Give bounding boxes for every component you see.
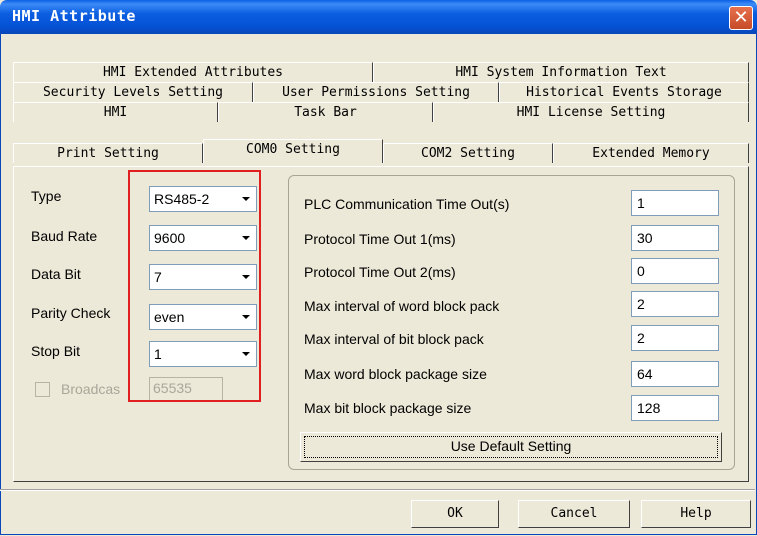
word-interval-label: Max interval of word block pack [304,298,500,314]
type-label: Type [31,188,62,204]
tab-task-bar[interactable]: Task Bar [218,102,433,122]
tab-user-permissions-setting[interactable]: User Permissions Setting [253,82,499,102]
plc-timeout-label: PLC Communication Time Out(s) [304,196,510,212]
bit-interval-input[interactable]: 2 [631,325,719,351]
checkbox-icon[interactable] [35,382,50,397]
tab-hmi-extended-attributes[interactable]: HMI Extended Attributes [13,62,373,82]
tab-hmi-system-information-text[interactable]: HMI System Information Text [373,62,749,82]
tab-hmi[interactable]: HMI [13,102,218,122]
tab-com2-setting[interactable]: COM2 Setting [383,143,553,163]
ok-button[interactable]: OK [411,500,499,528]
use-default-setting-button[interactable]: Use Default Setting [300,432,722,462]
close-icon[interactable]: ✕ [729,6,753,30]
word-interval-input[interactable]: 2 [631,291,719,317]
protocol-timeout-2-input[interactable]: 0 [631,258,719,284]
protocol-timeout-1-label: Protocol Time Out 1(ms) [304,231,456,247]
bit-interval-label: Max interval of bit block pack [304,331,484,347]
stop-bit-label: Stop Bit [31,343,81,359]
focus-rect [304,436,718,458]
word-package-size-label: Max word block package size [304,366,487,382]
baud-rate-label: Baud Rate [31,228,98,244]
plc-timeout-input[interactable]: 1 [631,190,719,216]
parity-check-label: Parity Check [31,305,111,321]
help-button[interactable]: Help [641,500,751,528]
footer-separator [0,489,755,491]
tab-extended-memory[interactable]: Extended Memory [553,143,749,163]
window-title: HMI Attribute [12,7,136,25]
bit-package-size-label: Max bit block package size [304,400,472,416]
protocol-timeout-1-input[interactable]: 30 [631,225,719,251]
protocol-timeout-2-label: Protocol Time Out 2(ms) [304,264,456,280]
tab-historical-events-storage[interactable]: Historical Events Storage [499,82,749,102]
bit-package-size-input[interactable]: 128 [631,395,719,421]
title-bar[interactable]: HMI Attribute ✕ [0,0,757,34]
broadcast-label: Broadcas [61,381,121,397]
tab-hmi-license-setting[interactable]: HMI License Setting [433,102,749,122]
data-bit-label: Data Bit [31,266,81,282]
tab-print-setting[interactable]: Print Setting [13,143,203,163]
tab-security-levels-setting[interactable]: Security Levels Setting [13,82,253,102]
tab-com0-setting[interactable]: COM0 Setting [203,139,383,163]
word-package-size-input[interactable]: 64 [631,361,719,387]
highlight-box [128,170,261,402]
settings-group [288,175,735,470]
cancel-button[interactable]: Cancel [518,500,630,528]
